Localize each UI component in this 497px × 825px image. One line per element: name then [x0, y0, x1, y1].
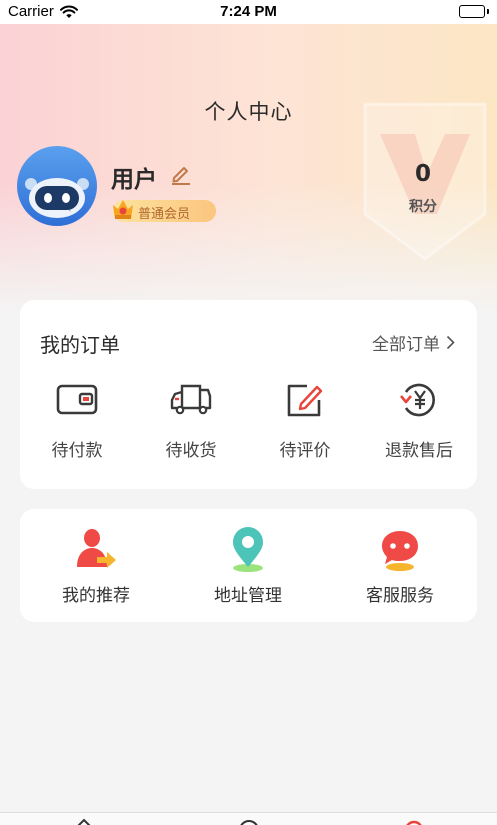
- crown-icon: [113, 200, 133, 219]
- all-orders-label: 全部订单: [372, 335, 440, 355]
- home-icon[interactable]: [74, 818, 94, 825]
- order-pending-receipt-label: 待收货: [165, 441, 217, 461]
- orders-card: 我的订单 全部订单 待付款 待收货 待评价 退款售后: [20, 300, 477, 489]
- services-card: 我的推荐 地址管理 客服服务: [20, 509, 477, 622]
- profile-icon[interactable]: [404, 818, 424, 825]
- service-address-management[interactable]: 地址管理: [172, 527, 324, 617]
- order-pending-payment[interactable]: 待付款: [20, 380, 134, 470]
- truck-icon: [170, 384, 212, 415]
- all-orders-link[interactable]: 全部订单: [372, 330, 455, 355]
- avatar[interactable]: [17, 146, 97, 226]
- chat-bubble-icon: [382, 531, 418, 571]
- points-label: 积分: [409, 199, 437, 215]
- page-title: 个人中心: [204, 100, 293, 124]
- status-bar: Carrier 7:24 PM: [0, 0, 497, 24]
- chevron-right-icon: [446, 335, 455, 350]
- points-value[interactable]: 0: [380, 161, 466, 187]
- review-edit-icon: [287, 384, 323, 417]
- category-icon[interactable]: [238, 818, 260, 825]
- order-pending-payment-label: 待付款: [51, 441, 103, 461]
- tab-bar: [0, 812, 497, 825]
- wallet-icon: [56, 384, 98, 415]
- username: 用户: [111, 167, 157, 193]
- service-customer-support-label: 客服服务: [366, 586, 434, 606]
- service-customer-support[interactable]: 客服服务: [324, 527, 476, 617]
- refund-yen-icon: [400, 383, 435, 417]
- referral-user-icon: [77, 529, 116, 568]
- edit-pencil-icon[interactable]: [170, 163, 192, 185]
- service-my-referrals[interactable]: 我的推荐: [20, 527, 172, 617]
- clock: 7:24 PM: [220, 3, 277, 20]
- order-refund-aftersale[interactable]: 退款售后: [362, 380, 476, 470]
- service-my-referrals-label: 我的推荐: [62, 586, 130, 606]
- order-pending-review[interactable]: 待评价: [248, 380, 362, 470]
- order-refund-aftersale-label: 退款售后: [385, 441, 453, 461]
- orders-title: 我的订单: [40, 333, 120, 357]
- order-pending-review-label: 待评价: [279, 441, 331, 461]
- service-address-management-label: 地址管理: [214, 586, 282, 606]
- order-pending-receipt[interactable]: 待收货: [134, 380, 248, 470]
- member-level-label: 普通会员: [138, 207, 191, 222]
- battery-icon: [459, 5, 489, 18]
- location-pin-icon: [233, 527, 263, 572]
